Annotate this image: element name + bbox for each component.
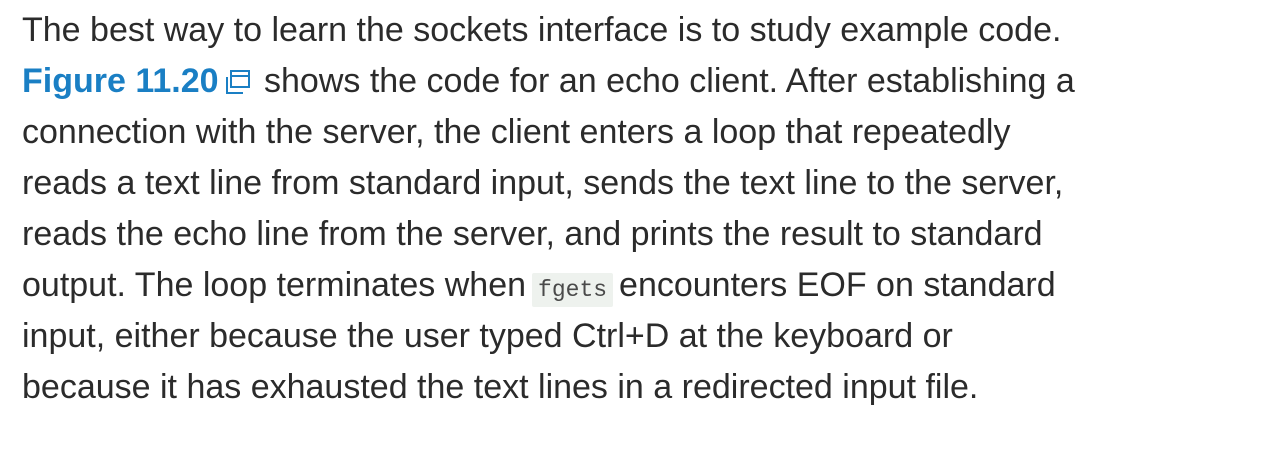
paragraph-line-2: Figure 11.20 shows the code for an echo … <box>22 56 1270 107</box>
line-2-text: shows the code for an echo client. After… <box>264 62 1075 100</box>
paragraph-line-6: output. The loop terminates when fgets enc… <box>22 260 1270 311</box>
line-6-text-after-code: encounters EOF on standard <box>619 266 1056 304</box>
paragraph-line-3: connection with the server, the client e… <box>22 107 1270 158</box>
line-3-text: connection with the server, the client e… <box>22 113 1011 151</box>
paragraph-line-4: reads a text line from standard input, s… <box>22 158 1270 209</box>
paragraph-line-1: The best way to learn the sockets interf… <box>22 5 1270 56</box>
line-5-text: reads the echo line from the server, and… <box>22 215 1043 253</box>
line-7-text: input, either because the user typed Ctr… <box>22 317 953 355</box>
inline-code-fgets: fgets <box>532 273 614 307</box>
body-paragraph: The best way to learn the sockets interf… <box>22 5 1270 413</box>
popup-window-icon[interactable] <box>225 59 251 94</box>
paragraph-line-5: reads the echo line from the server, and… <box>22 209 1270 260</box>
figure-link[interactable]: Figure 11.20 <box>22 62 219 100</box>
line-4-text: reads a text line from standard input, s… <box>22 164 1064 202</box>
paragraph-line-7: input, either because the user typed Ctr… <box>22 311 1270 362</box>
line-8-text: because it has exhausted the text lines … <box>22 368 979 406</box>
line-6-text-before-code: output. The loop terminates when <box>22 266 527 304</box>
paragraph-line-8: because it has exhausted the text lines … <box>22 362 1270 413</box>
document-page: The best way to learn the sockets interf… <box>0 0 1270 474</box>
line-1-text: The best way to learn the sockets interf… <box>22 11 1062 49</box>
